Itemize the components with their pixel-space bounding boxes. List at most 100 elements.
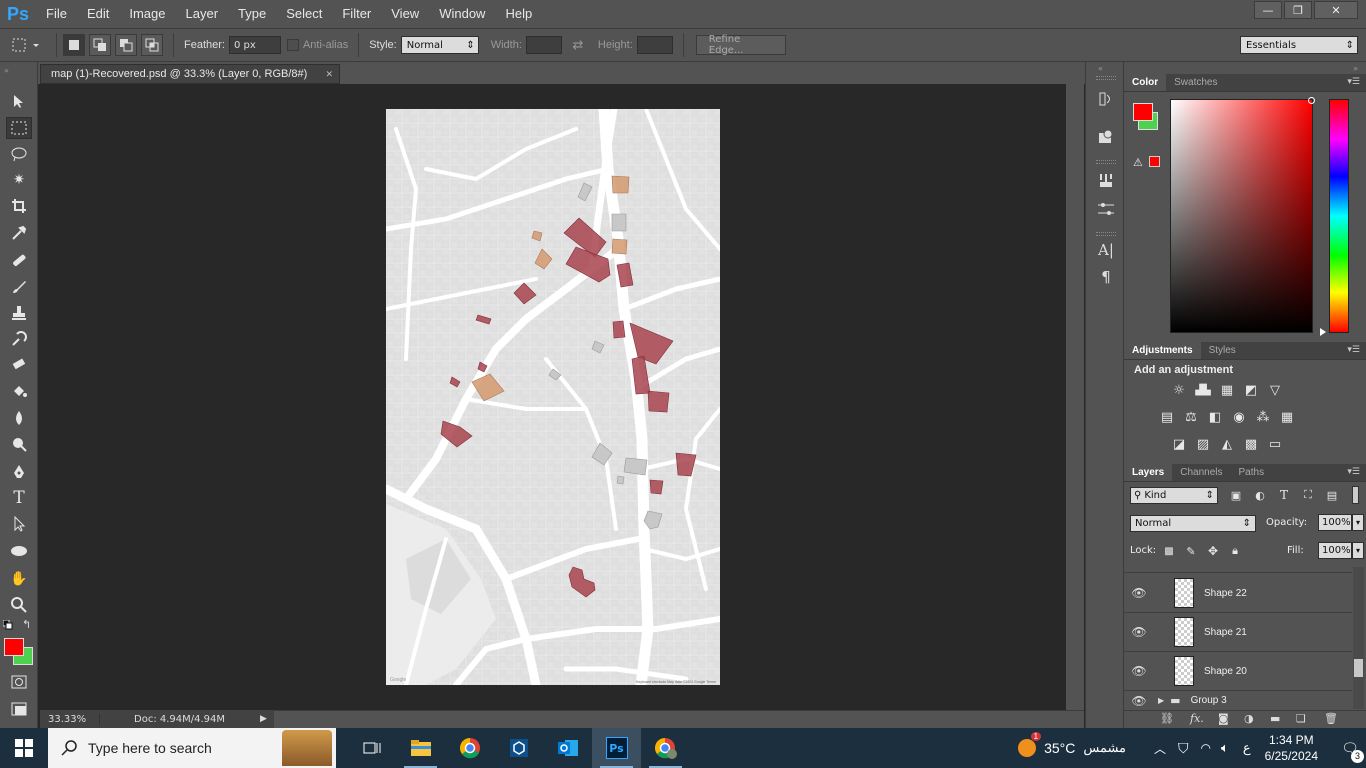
menu-filter[interactable]: Filter: [332, 0, 381, 28]
search-highlight-image[interactable]: [282, 730, 332, 766]
zoom-tool-icon[interactable]: [6, 594, 32, 616]
delete-layer-icon[interactable]: 🗑︎: [1324, 712, 1338, 725]
layers-scrollbar[interactable]: [1353, 567, 1364, 709]
expand-group-icon[interactable]: ▶: [1158, 696, 1164, 705]
menu-file[interactable]: File: [36, 0, 77, 28]
layer-style-button[interactable]: fx.: [1190, 712, 1204, 725]
panel-menu-icon[interactable]: ▾☰: [1347, 77, 1360, 87]
exposure-icon[interactable]: ◩: [1242, 382, 1260, 398]
volume-icon[interactable]: 🔈︎: [1221, 740, 1229, 756]
workspace-select[interactable]: Essentials ⇕: [1240, 36, 1358, 54]
brush-presets-icon[interactable]: [1096, 170, 1116, 190]
notification-center-button[interactable]: 🗨︎ 3: [1334, 740, 1366, 763]
file-explorer-button[interactable]: [396, 728, 445, 768]
refine-edge-button[interactable]: Refine Edge...: [695, 34, 786, 56]
photoshop-button[interactable]: Ps: [592, 728, 641, 768]
ellipse-tool-icon[interactable]: [6, 540, 32, 562]
map-document[interactable]: Google Keyboard shortcuts Map data ©2024…: [381, 103, 723, 691]
collapse-icon[interactable]: »: [1353, 64, 1358, 73]
layer-filter-select[interactable]: ⚲ Kind ⇕: [1130, 487, 1218, 504]
type-tool-icon[interactable]: T: [6, 487, 32, 509]
close-tab-icon[interactable]: ✕: [325, 69, 333, 80]
vibrance-icon[interactable]: ▽: [1266, 382, 1284, 398]
crop-tool-icon[interactable]: [6, 195, 32, 217]
swap-icon[interactable]: ⇄: [562, 38, 594, 53]
dodge-tool-icon[interactable]: [6, 433, 32, 455]
collapse-icon[interactable]: »: [4, 66, 9, 75]
height-input[interactable]: [636, 36, 673, 54]
document-tab[interactable]: map (1)-Recovered.psd @ 33.3% (Layer 0, …: [40, 64, 340, 84]
character-panel-icon[interactable]: A|: [1096, 240, 1116, 260]
close-button[interactable]: ✕: [1314, 1, 1358, 19]
minimize-button[interactable]: —: [1254, 1, 1282, 19]
weather-temp[interactable]: 35°C: [1044, 740, 1075, 756]
filter-toggle[interactable]: [1352, 486, 1359, 504]
out-of-gamut-warning-icon[interactable]: ⚠: [1133, 156, 1143, 169]
subtract-selection-icon[interactable]: [115, 34, 137, 56]
layer-name[interactable]: Shape 20: [1204, 666, 1247, 677]
security-icon[interactable]: ⛉: [1178, 740, 1189, 757]
tab-swatches[interactable]: Swatches: [1166, 74, 1225, 91]
marquee-preset-icon[interactable]: [6, 34, 46, 56]
menu-type[interactable]: Type: [228, 0, 276, 28]
eraser-tool-icon[interactable]: [6, 354, 32, 376]
chrome-profile-button[interactable]: [641, 728, 690, 768]
paint-bucket-tool-icon[interactable]: [6, 380, 32, 402]
task-view-button[interactable]: [348, 728, 396, 768]
posterize-icon[interactable]: ▨: [1194, 436, 1212, 452]
properties-panel-icon[interactable]: [1096, 127, 1116, 147]
layer-name[interactable]: Shape 22: [1204, 588, 1247, 599]
menu-help[interactable]: Help: [495, 0, 542, 28]
lock-image-icon[interactable]: ✎: [1182, 543, 1200, 559]
paragraph-panel-icon[interactable]: ¶: [1096, 267, 1116, 287]
antialias-checkbox[interactable]: [286, 39, 299, 51]
zoom-readout[interactable]: 33.33%: [40, 713, 100, 725]
gamut-color-swatch[interactable]: [1149, 156, 1160, 167]
layer-row[interactable]: 👁︎ Shape 21: [1124, 613, 1352, 652]
lock-position-icon[interactable]: ✥: [1204, 543, 1222, 559]
black-white-icon[interactable]: ◧: [1206, 409, 1224, 425]
layer-row[interactable]: 👁︎ Shape 22: [1124, 574, 1352, 613]
levels-icon[interactable]: ▟▙: [1194, 382, 1212, 398]
menu-image[interactable]: Image: [119, 0, 175, 28]
type-filter-icon[interactable]: T: [1275, 487, 1293, 503]
collapse-icon[interactable]: «: [1098, 64, 1103, 73]
history-brush-tool-icon[interactable]: [6, 328, 32, 350]
brush-tool-icon[interactable]: [6, 276, 32, 298]
add-mask-icon[interactable]: ◙: [1218, 712, 1229, 725]
threshold-icon[interactable]: ◭: [1218, 436, 1236, 452]
chrome-button[interactable]: [445, 728, 494, 768]
layers-scrollbar-thumb[interactable]: [1354, 659, 1363, 677]
screen-mode-icon[interactable]: [6, 698, 32, 720]
new-adjustment-icon[interactable]: ◑: [1244, 712, 1254, 725]
intersect-selection-icon[interactable]: [141, 34, 163, 56]
weather-icon[interactable]: 1: [1016, 732, 1042, 759]
hue-slider-marker[interactable]: [1320, 328, 1326, 336]
path-selection-tool-icon[interactable]: [6, 513, 32, 535]
menu-layer[interactable]: Layer: [176, 0, 229, 28]
layer-name[interactable]: Shape 21: [1204, 627, 1247, 638]
color-field-picker[interactable]: [1308, 97, 1315, 104]
visibility-eye-icon[interactable]: 👁︎: [1124, 586, 1154, 600]
hue-saturation-icon[interactable]: ▤: [1158, 409, 1176, 425]
style-select[interactable]: Normal ⇕: [400, 36, 479, 54]
photo-filter-icon[interactable]: ◉: [1230, 409, 1248, 425]
adjustment-filter-icon[interactable]: ◐: [1251, 487, 1269, 503]
taskbar-search[interactable]: Type here to search: [48, 728, 336, 768]
swap-colors-icon[interactable]: ↰: [22, 618, 31, 631]
panel-menu-icon[interactable]: ▾☰: [1347, 467, 1360, 477]
curves-icon[interactable]: ▦: [1218, 382, 1236, 398]
history-panel-icon[interactable]: [1096, 89, 1116, 109]
new-layer-icon[interactable]: ❏: [1296, 712, 1306, 725]
new-group-icon[interactable]: ▬: [1270, 712, 1280, 725]
group-name[interactable]: Group 3: [1191, 695, 1227, 706]
sketchup-button[interactable]: [494, 728, 543, 768]
magic-wand-tool-icon[interactable]: ✷: [6, 169, 32, 191]
tab-channels[interactable]: Channels: [1172, 464, 1230, 481]
invert-icon[interactable]: ◪: [1170, 436, 1188, 452]
panel-menu-icon[interactable]: ▾☰: [1347, 345, 1360, 355]
tab-paths[interactable]: Paths: [1231, 464, 1273, 481]
blur-tool-icon[interactable]: [6, 407, 32, 429]
vertical-scrollbar[interactable]: [1066, 84, 1084, 710]
shape-filter-icon[interactable]: ⛶: [1299, 487, 1317, 503]
